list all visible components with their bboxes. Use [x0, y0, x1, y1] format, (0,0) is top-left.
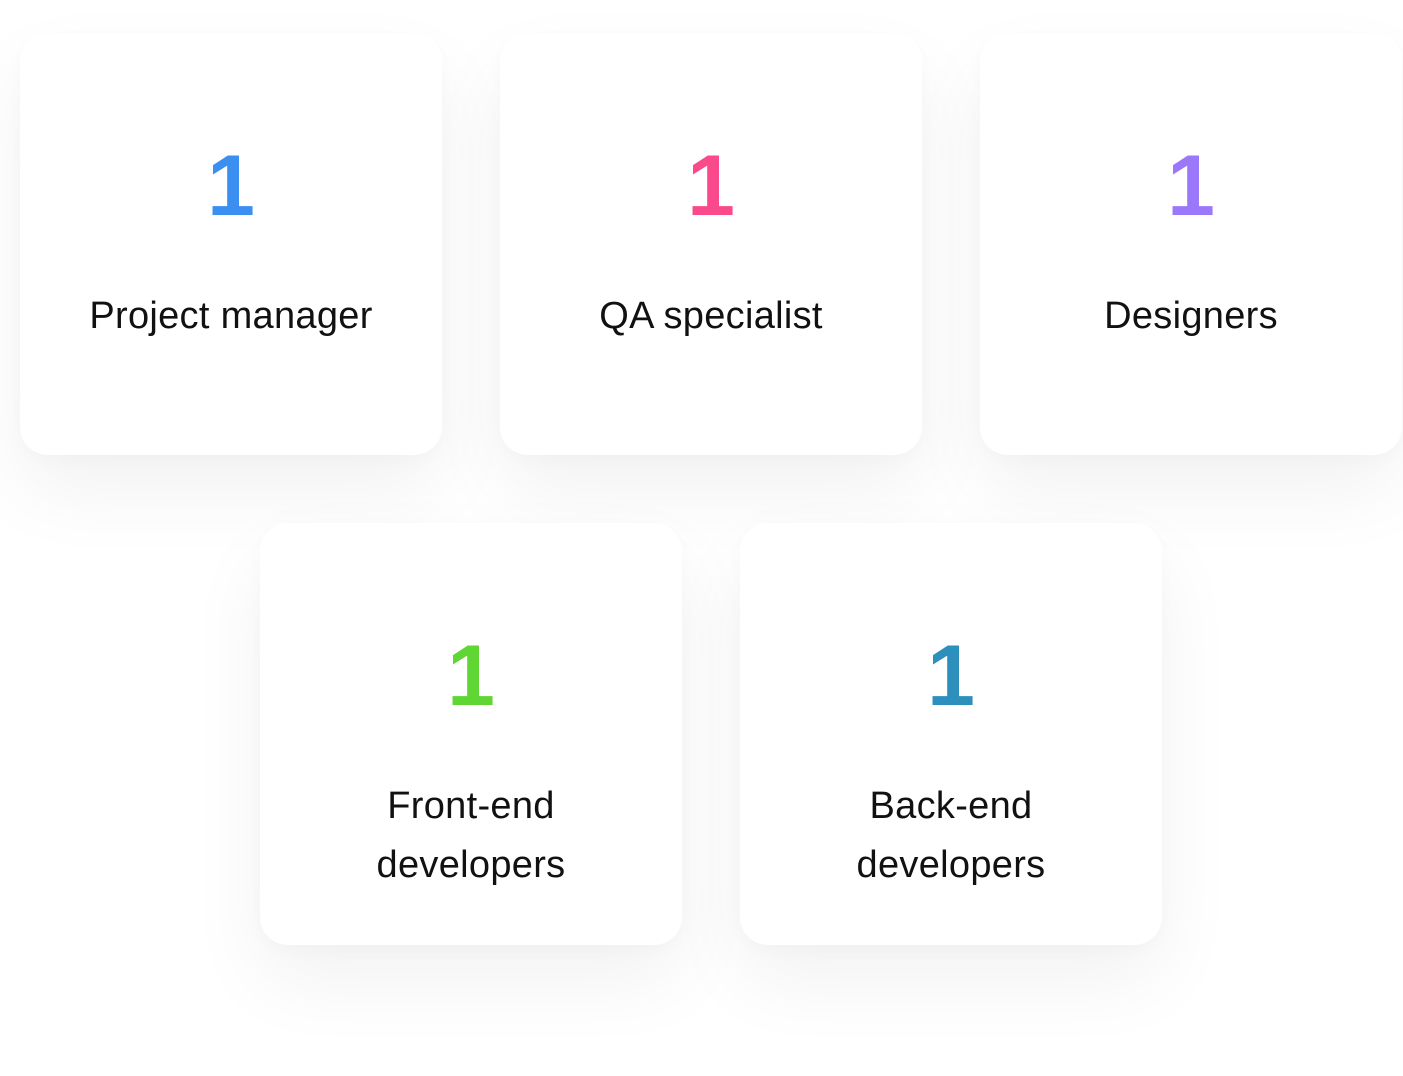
role-label-line: Project manager [89, 295, 373, 337]
role-count: 1 [687, 138, 735, 234]
role-label-line: Designers [1104, 295, 1278, 337]
role-label-line: Back-end [869, 785, 1033, 827]
role-count: 1 [1167, 138, 1215, 234]
role-count: 1 [447, 628, 495, 724]
role-card-project-manager: 1 Project manager [20, 33, 442, 455]
role-card-qa-specialist: 1 QA specialist [500, 33, 922, 455]
role-card-back-end-developers: 1 Back-end developers [740, 523, 1162, 945]
role-label: QA specialist [500, 287, 922, 346]
role-count: 1 [207, 138, 255, 234]
role-label-line: QA specialist [599, 295, 823, 337]
role-card-front-end-developers: 1 Front-end developers [260, 523, 682, 945]
role-card-designers: 1 Designers [980, 33, 1402, 455]
role-label-line: Front-end [387, 785, 555, 827]
role-label: Front-end developers [260, 777, 682, 895]
role-label: Back-end developers [740, 777, 1162, 895]
role-label-line: developers [376, 844, 566, 886]
role-label: Project manager [20, 287, 442, 346]
role-label: Designers [980, 287, 1402, 346]
role-label-line: developers [856, 844, 1046, 886]
role-count: 1 [927, 628, 975, 724]
